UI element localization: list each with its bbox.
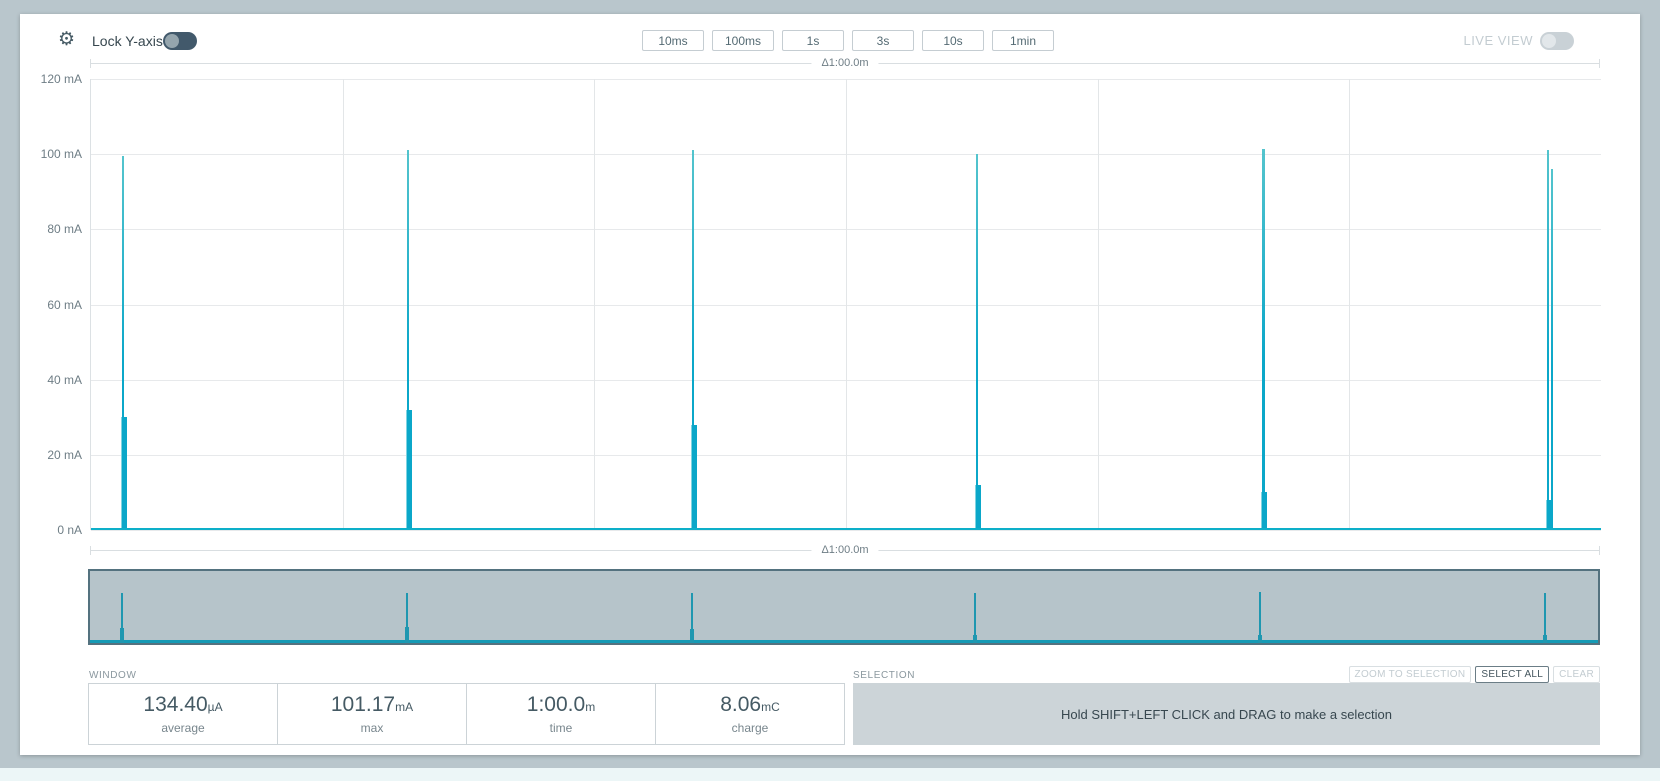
- y-axis-tick-label: 20 mA: [47, 448, 82, 462]
- stat-unit: mA: [395, 700, 413, 714]
- ruler-end-tick: [1599, 546, 1600, 555]
- current-spike-secondary: [1551, 169, 1553, 530]
- x-gridline: [846, 79, 847, 530]
- current-spike: [692, 150, 694, 530]
- stat-average: 134.40µA average: [89, 684, 278, 744]
- time-delta-ruler-top: Δ1:00.0m: [90, 57, 1600, 69]
- stat-charge: 8.06mC charge: [656, 684, 844, 744]
- app-panel: ⚙ Lock Y-axis 10ms 100ms 1s 3s 10s 1min LIVE …: [20, 14, 1640, 755]
- stat-time: 1:00.0m time: [467, 684, 656, 744]
- current-baseline: [91, 528, 1601, 530]
- window-button-group: 10ms 100ms 1s 3s 10s 1min: [642, 30, 1054, 51]
- x-gridline: [343, 79, 344, 530]
- time-window-button-3s[interactable]: 3s: [852, 30, 914, 51]
- minimap-spike: [974, 593, 976, 643]
- stat-value: 1:00.0m: [527, 693, 595, 719]
- minimap-baseline: [90, 640, 1598, 643]
- stat-value: 8.06mC: [720, 693, 780, 719]
- current-spike: [976, 154, 978, 530]
- selection-button-group: ZOOM TO SELECTIONSELECT ALLCLEAR: [1349, 666, 1600, 683]
- time-window-button-10ms[interactable]: 10ms: [642, 30, 704, 51]
- y-gridline: [91, 530, 1601, 531]
- toggle-knob: [165, 34, 179, 48]
- time-delta-label-top: Δ1:00.0m: [811, 57, 878, 70]
- y-axis-tick-label: 40 mA: [47, 373, 82, 387]
- minimap-spike: [1259, 592, 1261, 643]
- current-spike: [122, 156, 124, 530]
- live-view-label: LIVE VIEW: [1463, 33, 1533, 48]
- minimap-spike: [121, 593, 123, 643]
- stat-label: max: [361, 721, 384, 735]
- current-spike: [1262, 149, 1265, 530]
- stat-unit: mC: [761, 700, 780, 714]
- stat-label: average: [161, 721, 204, 735]
- chart-minimap-scrubber[interactable]: [88, 569, 1600, 645]
- settings-gear-icon[interactable]: ⚙: [58, 28, 75, 52]
- ruler-end-tick: [90, 59, 91, 68]
- selection-help-text: Hold SHIFT+LEFT CLICK and DRAG to make a…: [1061, 707, 1392, 722]
- time-delta-label-bottom: Δ1:00.0m: [811, 544, 878, 557]
- window-stats: 134.40µA average 101.17mA max 1:00.0m time 8.0…: [88, 683, 845, 745]
- stat-label: time: [550, 721, 573, 735]
- stat-max: 101.17mA max: [278, 684, 467, 744]
- y-axis-tick-label: 80 mA: [47, 222, 82, 236]
- time-window-button-1s[interactable]: 1s: [782, 30, 844, 51]
- lock-y-axis-label: Lock Y-axis: [92, 33, 163, 49]
- lock-y-axis-toggle[interactable]: [163, 32, 197, 50]
- ruler-end-tick: [1599, 59, 1600, 68]
- time-window-button-1min[interactable]: 1min: [992, 30, 1054, 51]
- x-gridline: [1349, 79, 1350, 530]
- time-window-button-100ms[interactable]: 100ms: [712, 30, 774, 51]
- zoom-to-selection-button: ZOOM TO SELECTION: [1349, 666, 1472, 683]
- window-section-label: WINDOW: [89, 670, 136, 681]
- x-gridline: [1098, 79, 1099, 530]
- y-axis-tick-label: 120 mA: [41, 72, 82, 86]
- stat-unit: µA: [208, 700, 223, 714]
- stat-label: charge: [732, 721, 769, 735]
- y-axis-tick-label: 60 mA: [47, 298, 82, 312]
- select-all-button[interactable]: SELECT ALL: [1475, 666, 1549, 683]
- toggle-knob: [1542, 34, 1556, 48]
- clear-button: CLEAR: [1553, 666, 1600, 683]
- stat-unit: m: [585, 700, 595, 714]
- live-view-toggle[interactable]: [1540, 32, 1574, 50]
- chart-plot-area[interactable]: 120 mA100 mA80 mA60 mA40 mA20 mA0 nA: [90, 79, 1601, 530]
- current-spike: [1547, 150, 1549, 530]
- selection-section-label: SELECTION: [853, 670, 915, 681]
- ruler-end-tick: [90, 546, 91, 555]
- stat-value: 134.40µA: [143, 693, 222, 719]
- minimap-spike: [1544, 593, 1546, 644]
- x-gridline: [594, 79, 595, 530]
- time-window-button-10s[interactable]: 10s: [922, 30, 984, 51]
- stat-value: 101.17mA: [331, 693, 413, 719]
- current-spike: [407, 150, 409, 530]
- y-axis-tick-label: 100 mA: [41, 147, 82, 161]
- time-delta-ruler-bottom: Δ1:00.0m: [90, 544, 1600, 556]
- window-bottom-strip: [0, 768, 1660, 781]
- minimap-spike: [691, 593, 693, 644]
- y-axis-tick-label: 0 nA: [57, 523, 82, 537]
- selection-area[interactable]: Hold SHIFT+LEFT CLICK and DRAG to make a…: [853, 683, 1600, 745]
- minimap-spike: [406, 593, 408, 644]
